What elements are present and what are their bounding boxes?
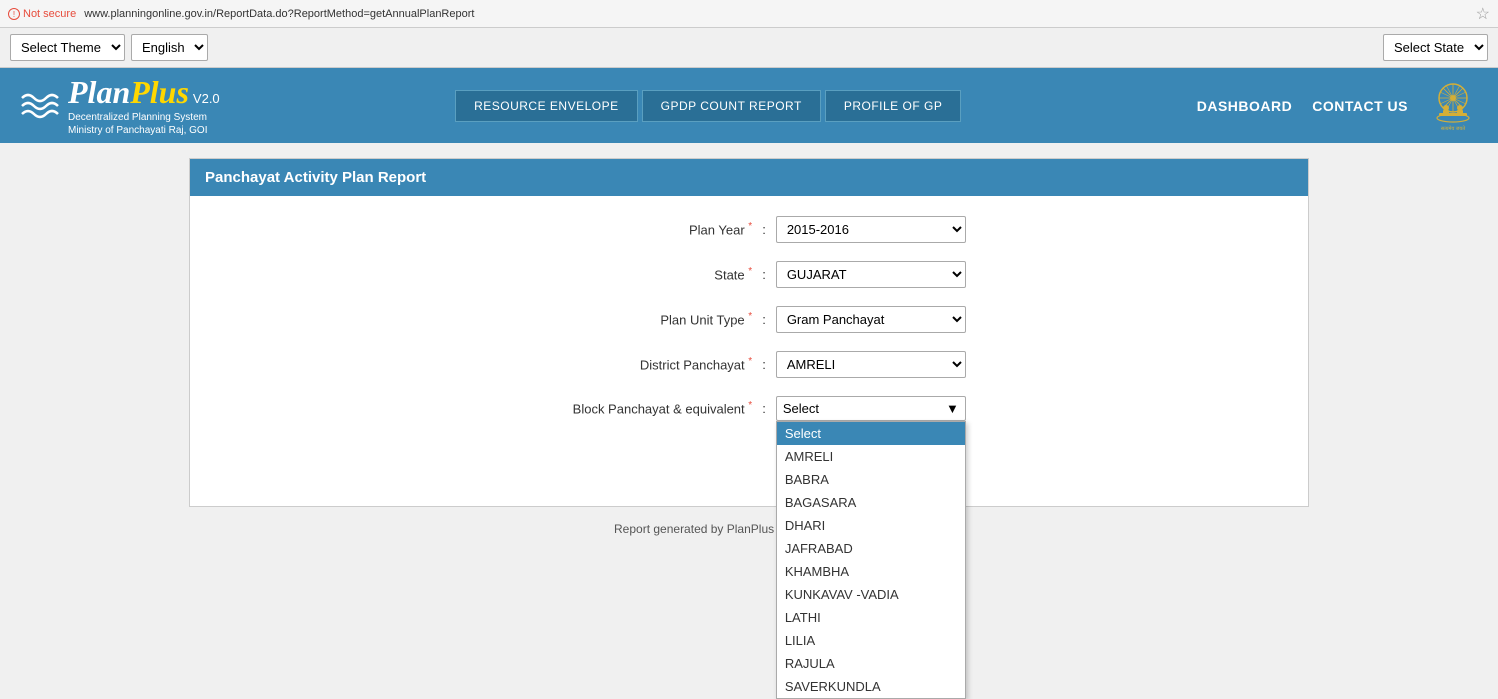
plan-unit-type-select[interactable]: Gram Panchayat <box>776 306 966 333</box>
dropdown-arrow-icon: ▼ <box>946 401 959 416</box>
list-item[interactable]: SAVERKUNDLA <box>777 675 965 698</box>
list-item[interactable]: BAGASARA <box>777 491 965 514</box>
profile-gp-button[interactable]: PROFILE OF GP <box>825 90 962 122</box>
block-panchayat-select[interactable]: Select ▼ <box>776 396 966 421</box>
header: Plan Plus V2.0 Decentralized Planning Sy… <box>0 68 1498 143</box>
warning-icon: ! <box>8 8 20 20</box>
district-colon: : <box>762 357 766 372</box>
browser-bar: ! Not secure www.planningonline.gov.in/R… <box>0 0 1498 28</box>
logo-subtitle2: Ministry of Panchayati Raj, GOI <box>68 124 220 137</box>
get-report-row: : GET REPORT <box>205 439 1293 468</box>
logo-wave-icon <box>20 86 60 126</box>
state-label: State * <box>532 266 752 282</box>
state-select-top[interactable]: Select State <box>1383 34 1488 61</box>
list-item[interactable]: AMRELI <box>777 445 965 468</box>
list-item[interactable]: JAFRABAD <box>777 537 965 560</box>
plan-year-select[interactable]: 2015-2016 <box>776 216 966 243</box>
not-secure-indicator: ! Not secure <box>8 8 76 20</box>
svg-text:!: ! <box>13 10 15 19</box>
content-area: Panchayat Activity Plan Report Plan Year… <box>0 143 1498 551</box>
plan-unit-type-label: Plan Unit Type * <box>532 311 752 327</box>
dashboard-link[interactable]: DASHBOARD <box>1197 98 1293 114</box>
logo-text: Plan Plus V2.0 Decentralized Planning Sy… <box>68 74 220 137</box>
footer-text: Report generated by PlanPlus on Apr 20, … <box>20 522 1478 536</box>
list-item[interactable]: BABRA <box>777 468 965 491</box>
report-panel-header: Panchayat Activity Plan Report <box>190 159 1308 196</box>
top-bar: Select Theme English Select State <box>0 28 1498 68</box>
state-select[interactable]: GUJARAT <box>776 261 966 288</box>
emblem: सत्यमेव जयते <box>1428 78 1478 133</box>
resource-envelope-button[interactable]: RESOURCE ENVELOPE <box>455 90 638 122</box>
plan-unit-type-row: Plan Unit Type * : Gram Panchayat <box>205 306 1293 333</box>
plan-year-label: Plan Year * <box>532 221 752 237</box>
state-row: State * : GUJARAT <box>205 261 1293 288</box>
list-item[interactable]: KUNKAVAV -VADIA <box>777 583 965 606</box>
svg-text:सत्यमेव जयते: सत्यमेव जयते <box>1441 125 1465 132</box>
plan-year-row: Plan Year * : 2015-2016 <box>205 216 1293 243</box>
district-panchayat-label: District Panchayat * <box>532 356 752 372</box>
state-required: * <box>748 266 752 277</box>
logo-version: V2.0 <box>193 91 220 106</box>
block-panchayat-row: Block Panchayat & equivalent * : Select … <box>205 396 1293 421</box>
block-panchayat-required: * <box>748 400 752 411</box>
plan-year-required: * <box>748 221 752 232</box>
plan-unit-type-colon: : <box>762 312 766 327</box>
block-panchayat-dropdown-list: Select AMRELI BABRA BAGASARA DHARI JAFRA… <box>776 421 966 699</box>
url-bar: www.planningonline.gov.in/ReportData.do?… <box>84 8 1467 20</box>
district-panchayat-row: District Panchayat * : AMRELI <box>205 351 1293 378</box>
theme-select[interactable]: Select Theme <box>10 34 125 61</box>
district-panchayat-select[interactable]: AMRELI <box>776 351 966 378</box>
gpdp-count-button[interactable]: GPDP COUNT REPORT <box>642 90 821 122</box>
header-right: DASHBOARD CONTACT US <box>1197 78 1478 133</box>
logo-subtitle1: Decentralized Planning System <box>68 111 220 124</box>
nav-buttons: RESOURCE ENVELOPE GPDP COUNT REPORT PROF… <box>455 90 961 122</box>
logo-plan: Plan <box>68 74 130 111</box>
list-item[interactable]: Select <box>777 422 965 445</box>
language-select[interactable]: English <box>131 34 208 61</box>
list-item[interactable]: KHAMBHA <box>777 560 965 583</box>
list-item[interactable]: DHARI <box>777 514 965 537</box>
report-panel: Panchayat Activity Plan Report Plan Year… <box>189 158 1309 507</box>
block-panchayat-dropdown-wrapper: Select ▼ Select AMRELI BABRA BAGASARA DH… <box>776 396 966 421</box>
district-panchayat-required: * <box>748 356 752 367</box>
ashoka-emblem: सत्यमेव जयते <box>1429 78 1477 133</box>
list-item[interactable]: LILIA <box>777 629 965 652</box>
plan-unit-type-required: * <box>748 311 752 322</box>
block-colon: : <box>762 401 766 416</box>
star-icon[interactable]: ☆ <box>1476 4 1490 24</box>
state-colon: : <box>762 267 766 282</box>
logo-planplus: Plan Plus V2.0 <box>68 74 220 111</box>
logo-plus: Plus <box>130 74 189 111</box>
header-links: DASHBOARD CONTACT US <box>1197 98 1408 114</box>
contact-us-link[interactable]: CONTACT US <box>1312 98 1408 114</box>
top-bar-left: Select Theme English <box>10 34 208 61</box>
report-panel-body: Plan Year * : 2015-2016 State * : GUJARA… <box>190 196 1308 506</box>
list-item[interactable]: LATHI <box>777 606 965 629</box>
list-item[interactable]: RAJULA <box>777 652 965 675</box>
block-panchayat-label: Block Panchayat & equivalent * <box>532 400 752 416</box>
plan-year-colon: : <box>762 222 766 237</box>
logo-area: Plan Plus V2.0 Decentralized Planning Sy… <box>20 74 220 137</box>
